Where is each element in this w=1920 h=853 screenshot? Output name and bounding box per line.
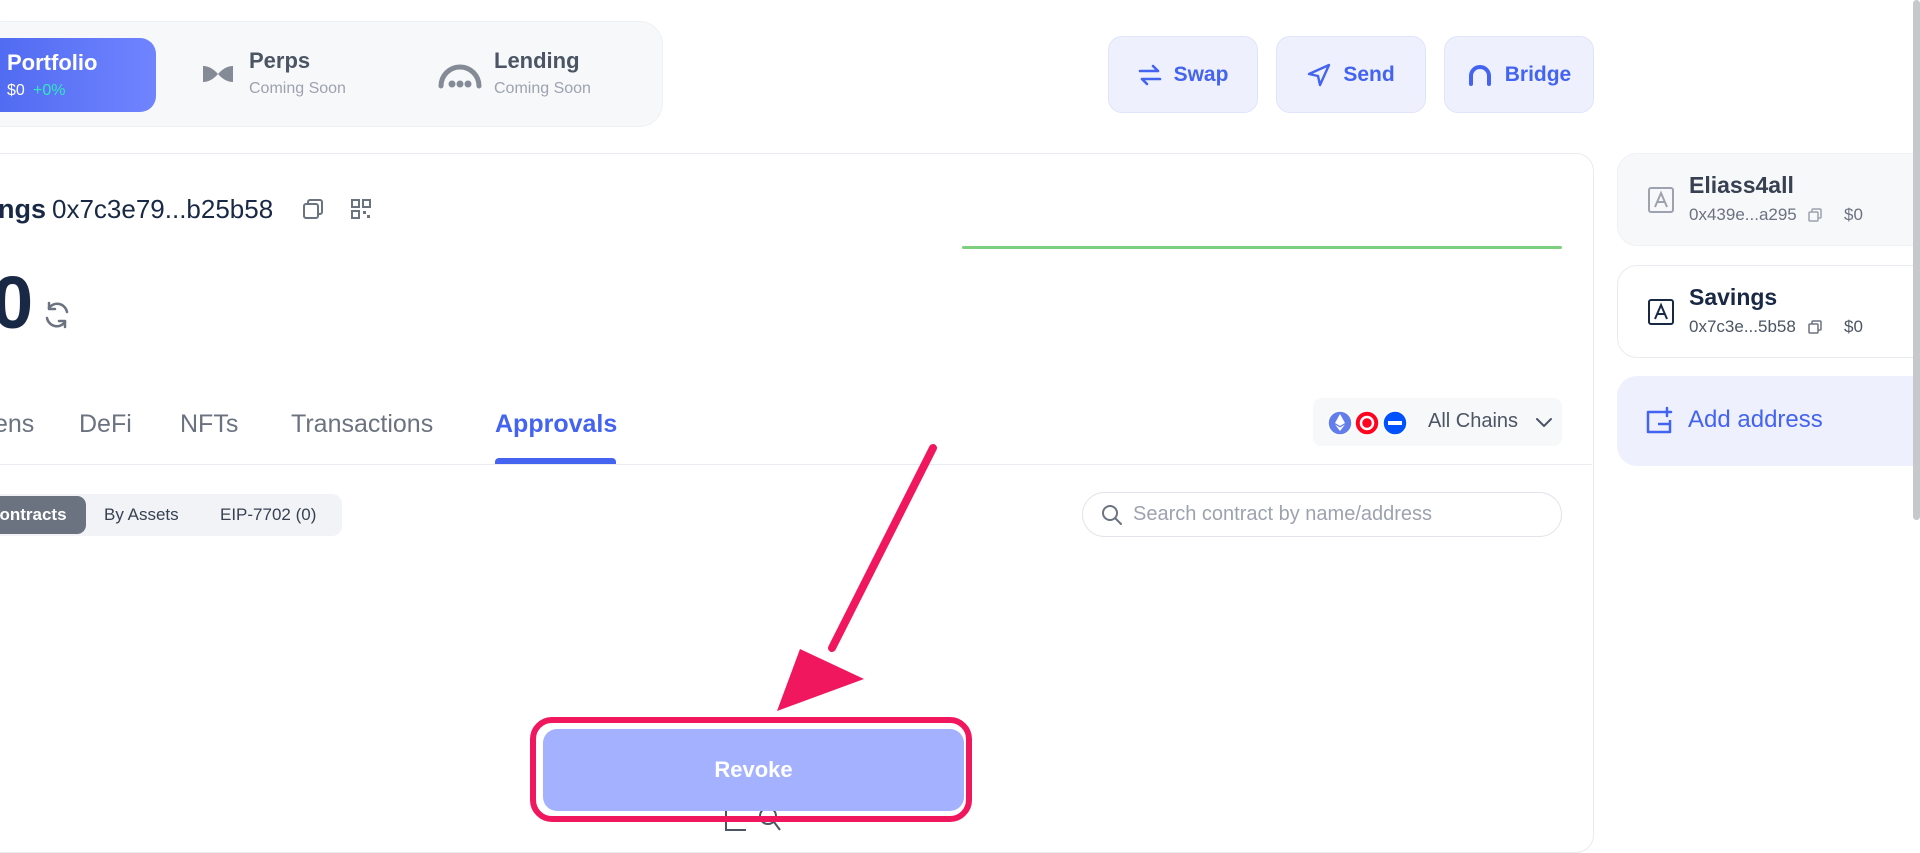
add-wallet-icon xyxy=(1646,406,1673,434)
account-balance: $0 xyxy=(1844,205,1863,224)
qr-code-icon[interactable] xyxy=(349,197,373,221)
swap-icon xyxy=(1138,64,1161,85)
account-name: Savings xyxy=(1689,284,1778,310)
portfolio-change: +0% xyxy=(33,82,66,99)
account-address: 0x439e...a295 xyxy=(1689,205,1797,224)
chain-selector[interactable]: All Chains xyxy=(1313,398,1562,446)
chain-selector-label: All Chains xyxy=(1428,410,1519,432)
revoke-button[interactable]: Revoke xyxy=(543,729,964,811)
account-card-savings[interactable]: Savings 0x7c3e...5b58 $0 xyxy=(1617,265,1920,358)
filter-by-assets[interactable]: By Assets xyxy=(104,496,179,534)
tab-transactions[interactable]: Transactions xyxy=(291,410,433,439)
tab-defi[interactable]: DeFi xyxy=(79,410,132,439)
filter-by-contracts-label: ontracts xyxy=(0,505,67,524)
account-address: 0x7c3e...5b58 xyxy=(1689,317,1796,336)
swap-button[interactable]: Swap xyxy=(1108,36,1258,113)
revoke-label: Revoke xyxy=(714,757,793,782)
portfolio-label: Portfolio xyxy=(7,50,98,75)
perps-icon xyxy=(203,66,233,82)
account-icon xyxy=(1648,187,1674,213)
account-icon xyxy=(1648,299,1674,325)
account-name: Eliass4all xyxy=(1689,172,1794,198)
copy-address-icon[interactable] xyxy=(301,197,325,221)
tab-tokens[interactable]: ens xyxy=(0,410,34,439)
account-card-eliass4all[interactable]: Eliass4all 0x439e...a295 $0 xyxy=(1617,153,1920,246)
lending-label: Lending xyxy=(494,48,580,73)
search-placeholder: Search contract by name/address xyxy=(1133,503,1433,525)
balance-value: 0 xyxy=(0,261,34,344)
nav-perps[interactable]: Perps Coming Soon xyxy=(196,48,396,104)
chain-logos-icon xyxy=(1327,410,1408,436)
wallet-address: 0x7c3e79...b25b58 xyxy=(52,194,274,224)
balance-sparkline xyxy=(962,246,1562,249)
filter-by-contracts[interactable]: ontracts xyxy=(0,496,86,534)
annotation-arrow-icon xyxy=(777,444,937,711)
bridge-label: Bridge xyxy=(1504,62,1572,86)
lending-icon xyxy=(438,64,482,89)
search-contract-field[interactable]: Search contract by name/address xyxy=(1082,492,1562,537)
lending-status: Coming Soon xyxy=(494,80,591,97)
bridge-icon xyxy=(1468,64,1491,86)
nav-lending[interactable]: Lending Coming Soon xyxy=(437,48,637,104)
account-balance: $0 xyxy=(1844,317,1863,336)
tab-nfts[interactable]: NFTs xyxy=(180,410,238,439)
swap-label: Swap xyxy=(1173,62,1229,86)
refresh-icon[interactable] xyxy=(42,300,72,330)
add-address-label: Add address xyxy=(1688,406,1823,433)
perps-status: Coming Soon xyxy=(249,80,346,97)
portfolio-value: $0 xyxy=(7,82,25,99)
tab-approvals[interactable]: Approvals xyxy=(495,410,617,439)
perps-label: Perps xyxy=(249,48,311,73)
copy-icon[interactable] xyxy=(1807,319,1823,335)
search-icon xyxy=(1102,504,1122,525)
filter-eip-7702[interactable]: EIP-7702 (0) xyxy=(220,496,316,534)
add-address-button[interactable]: Add address xyxy=(1617,376,1920,466)
wallet-name: ngs xyxy=(0,194,47,224)
chevron-down-icon xyxy=(1536,418,1552,427)
send-icon xyxy=(1308,63,1331,86)
copy-icon[interactable] xyxy=(1807,207,1823,223)
send-label: Send xyxy=(1343,62,1395,86)
scrollbar[interactable] xyxy=(1913,0,1920,520)
bridge-button[interactable]: Bridge xyxy=(1444,36,1594,113)
send-button[interactable]: Send xyxy=(1276,36,1426,113)
nav-portfolio[interactable]: Portfolio $0 +0% xyxy=(0,38,156,112)
